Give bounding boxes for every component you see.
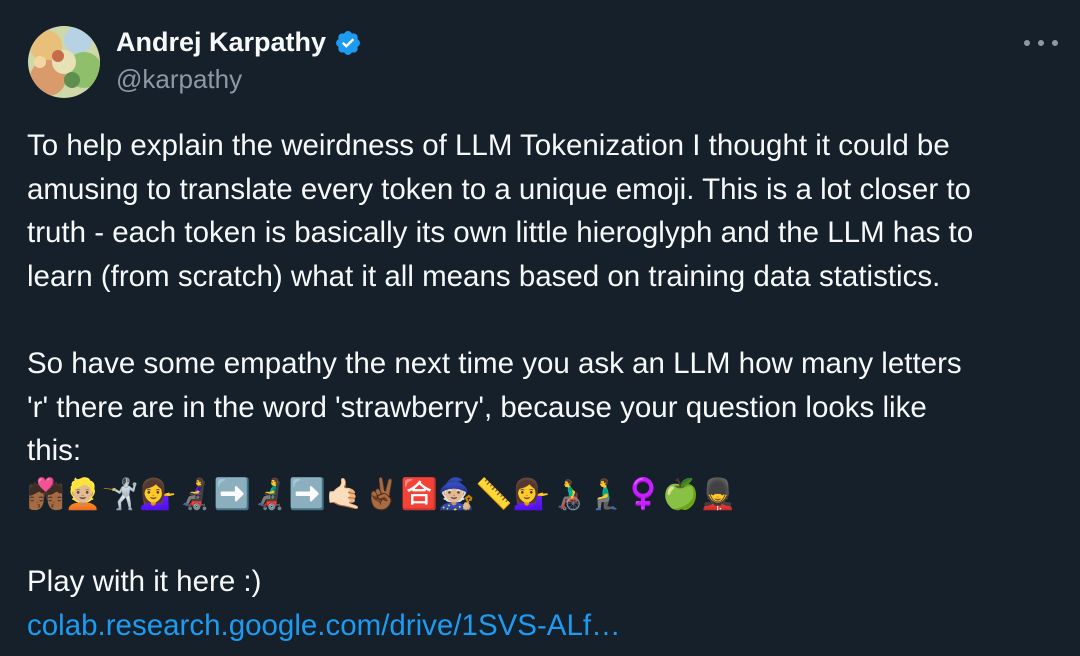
- verified-badge-icon: [336, 30, 361, 55]
- author-handle[interactable]: @karpathy: [116, 64, 242, 95]
- emoji-token-sequence: 💏🏾👱🏼🤺💁‍♀️👩‍🦼➡️👨‍🦼➡️🤙🏻✌🏾🈴🧙🏼📏💁‍♀️👨‍🦽🧎‍♂️♀️…: [27, 476, 737, 512]
- colab-link[interactable]: colab.research.google.com/drive/1SVS-ALf…: [27, 609, 621, 642]
- tweet-text: To help explain the weirdness of LLM Tok…: [27, 124, 1067, 647]
- tweet-paragraph-3: Play with it here :) colab.research.goog…: [27, 560, 1067, 647]
- tweet-card: Andrej Karpathy @karpathy To help explai…: [0, 0, 1080, 656]
- tweet-paragraph-1: To help explain the weirdness of LLM Tok…: [27, 124, 1067, 298]
- text-line: 'r' there are in the word 'strawberry', …: [27, 390, 927, 424]
- tweet-paragraph-2: So have some empathy the next time you a…: [27, 342, 1067, 516]
- avatar[interactable]: [28, 26, 100, 98]
- text-line: learn (from scratch) what it all means b…: [27, 259, 941, 293]
- text-line: So have some empathy the next time you a…: [27, 346, 962, 380]
- more-dot-icon: [1024, 40, 1030, 46]
- more-dot-icon: [1052, 40, 1058, 46]
- play-text: Play with it here :): [27, 564, 262, 598]
- author-name-row[interactable]: Andrej Karpathy: [116, 27, 362, 58]
- more-dot-icon: [1038, 40, 1044, 46]
- text-line: truth - each token is basically its own …: [27, 216, 974, 250]
- avatar-image: [28, 26, 100, 98]
- text-line: this:: [27, 434, 82, 468]
- text-line: To help explain the weirdness of LLM Tok…: [27, 129, 950, 162]
- author-name[interactable]: Andrej Karpathy: [116, 27, 326, 58]
- text-line: amusing to translate every token to a un…: [27, 172, 971, 206]
- more-options-button[interactable]: [1024, 30, 1058, 56]
